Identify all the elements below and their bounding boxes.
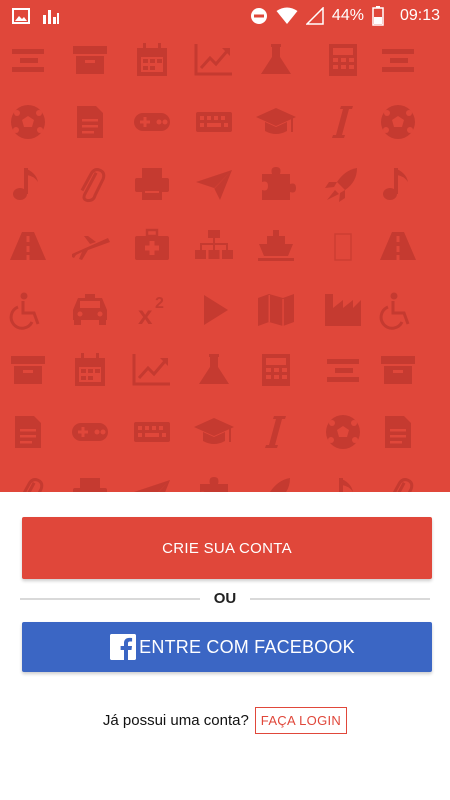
gamepad-icon bbox=[134, 113, 170, 131]
paper-plane-icon bbox=[134, 480, 170, 492]
music-note-icon bbox=[383, 168, 408, 200]
music-note-icon bbox=[13, 168, 38, 200]
document-icon bbox=[15, 416, 41, 448]
calculator-icon bbox=[262, 354, 290, 386]
soccer-ball-icon bbox=[381, 105, 415, 139]
auth-panel: CRIE SUA CONTA OU ENTRE COM FACEBOOK Já … bbox=[0, 492, 450, 800]
graduation-cap-icon bbox=[256, 108, 296, 134]
puzzle-piece-icon bbox=[200, 477, 228, 492]
italic-icon bbox=[265, 416, 286, 448]
icon-pattern-background: x2 bbox=[9, 43, 416, 492]
calendar-icon bbox=[75, 353, 105, 386]
calculator-icon bbox=[329, 44, 357, 76]
map-icon bbox=[258, 294, 294, 326]
battery-icon bbox=[372, 6, 384, 26]
or-divider: OU bbox=[20, 590, 430, 608]
road-icon bbox=[380, 232, 416, 260]
wheelchair-icon bbox=[379, 292, 410, 330]
signal-bars-icon bbox=[42, 7, 60, 25]
paperclip-icon bbox=[18, 478, 44, 492]
road-icon bbox=[10, 232, 46, 260]
factory-icon bbox=[325, 294, 361, 326]
box-outline-icon bbox=[334, 233, 352, 261]
keyboard-icon bbox=[134, 422, 170, 442]
status-bar: 44% 09:13 bbox=[0, 0, 450, 32]
taxi-icon bbox=[73, 294, 107, 325]
ship-icon bbox=[258, 230, 294, 261]
graduation-cap-icon bbox=[194, 418, 234, 444]
facebook-login-button[interactable]: ENTRE COM FACEBOOK bbox=[22, 622, 432, 672]
keyboard-icon bbox=[196, 112, 232, 132]
equalizer-icon bbox=[382, 49, 414, 72]
flask-icon bbox=[261, 44, 291, 74]
sitemap-icon bbox=[195, 230, 233, 259]
archive-box-icon bbox=[381, 356, 415, 384]
facebook-logo-icon bbox=[110, 634, 136, 660]
paperclip-icon bbox=[80, 168, 106, 203]
rocket-icon bbox=[270, 478, 290, 492]
equalizer-icon bbox=[327, 359, 359, 382]
svg-text:2: 2 bbox=[155, 295, 164, 312]
trending-chart-icon bbox=[194, 44, 232, 76]
document-icon bbox=[385, 416, 411, 448]
archive-box-icon bbox=[73, 46, 107, 74]
image-icon bbox=[12, 8, 30, 24]
archive-box-icon bbox=[11, 356, 45, 384]
music-note-icon bbox=[339, 478, 353, 492]
italic-icon bbox=[332, 106, 353, 138]
login-prompt: Já possui uma conta? FAÇA LOGIN bbox=[0, 707, 450, 734]
login-link[interactable]: FAÇA LOGIN bbox=[254, 707, 348, 734]
medical-kit-icon bbox=[135, 228, 169, 260]
printer-icon bbox=[73, 478, 107, 492]
login-question: Já possui uma conta? bbox=[102, 712, 249, 729]
paperclip-icon bbox=[388, 478, 414, 492]
printer-icon bbox=[135, 168, 169, 200]
airplane-icon bbox=[72, 236, 110, 260]
soccer-ball-icon bbox=[11, 105, 45, 139]
play-icon bbox=[204, 295, 228, 325]
rocket-icon bbox=[325, 168, 357, 202]
document-icon bbox=[77, 106, 103, 138]
clock: 09:13 bbox=[399, 7, 440, 24]
gamepad-icon bbox=[72, 423, 108, 441]
flask-icon bbox=[199, 354, 229, 384]
wheelchair-icon bbox=[9, 292, 40, 330]
hero-pattern: x2 bbox=[0, 0, 450, 492]
paper-plane-icon bbox=[196, 170, 232, 200]
superscript-icon: x2 bbox=[138, 295, 164, 330]
wifi-icon bbox=[276, 7, 298, 25]
svg-text:x: x bbox=[138, 300, 153, 330]
puzzle-piece-icon bbox=[262, 167, 296, 200]
divider-line-right bbox=[250, 598, 430, 600]
create-account-button[interactable]: CRIE SUA CONTA bbox=[22, 517, 432, 579]
equalizer-icon bbox=[12, 49, 44, 72]
do-not-disturb-icon bbox=[250, 7, 268, 25]
soccer-ball-icon bbox=[326, 415, 360, 449]
trending-chart-icon bbox=[132, 354, 170, 386]
facebook-login-label: ENTRE COM FACEBOOK bbox=[139, 636, 355, 657]
cell-signal-icon bbox=[305, 7, 324, 25]
battery-percent: 44% bbox=[331, 7, 364, 24]
calendar-icon bbox=[137, 43, 167, 76]
